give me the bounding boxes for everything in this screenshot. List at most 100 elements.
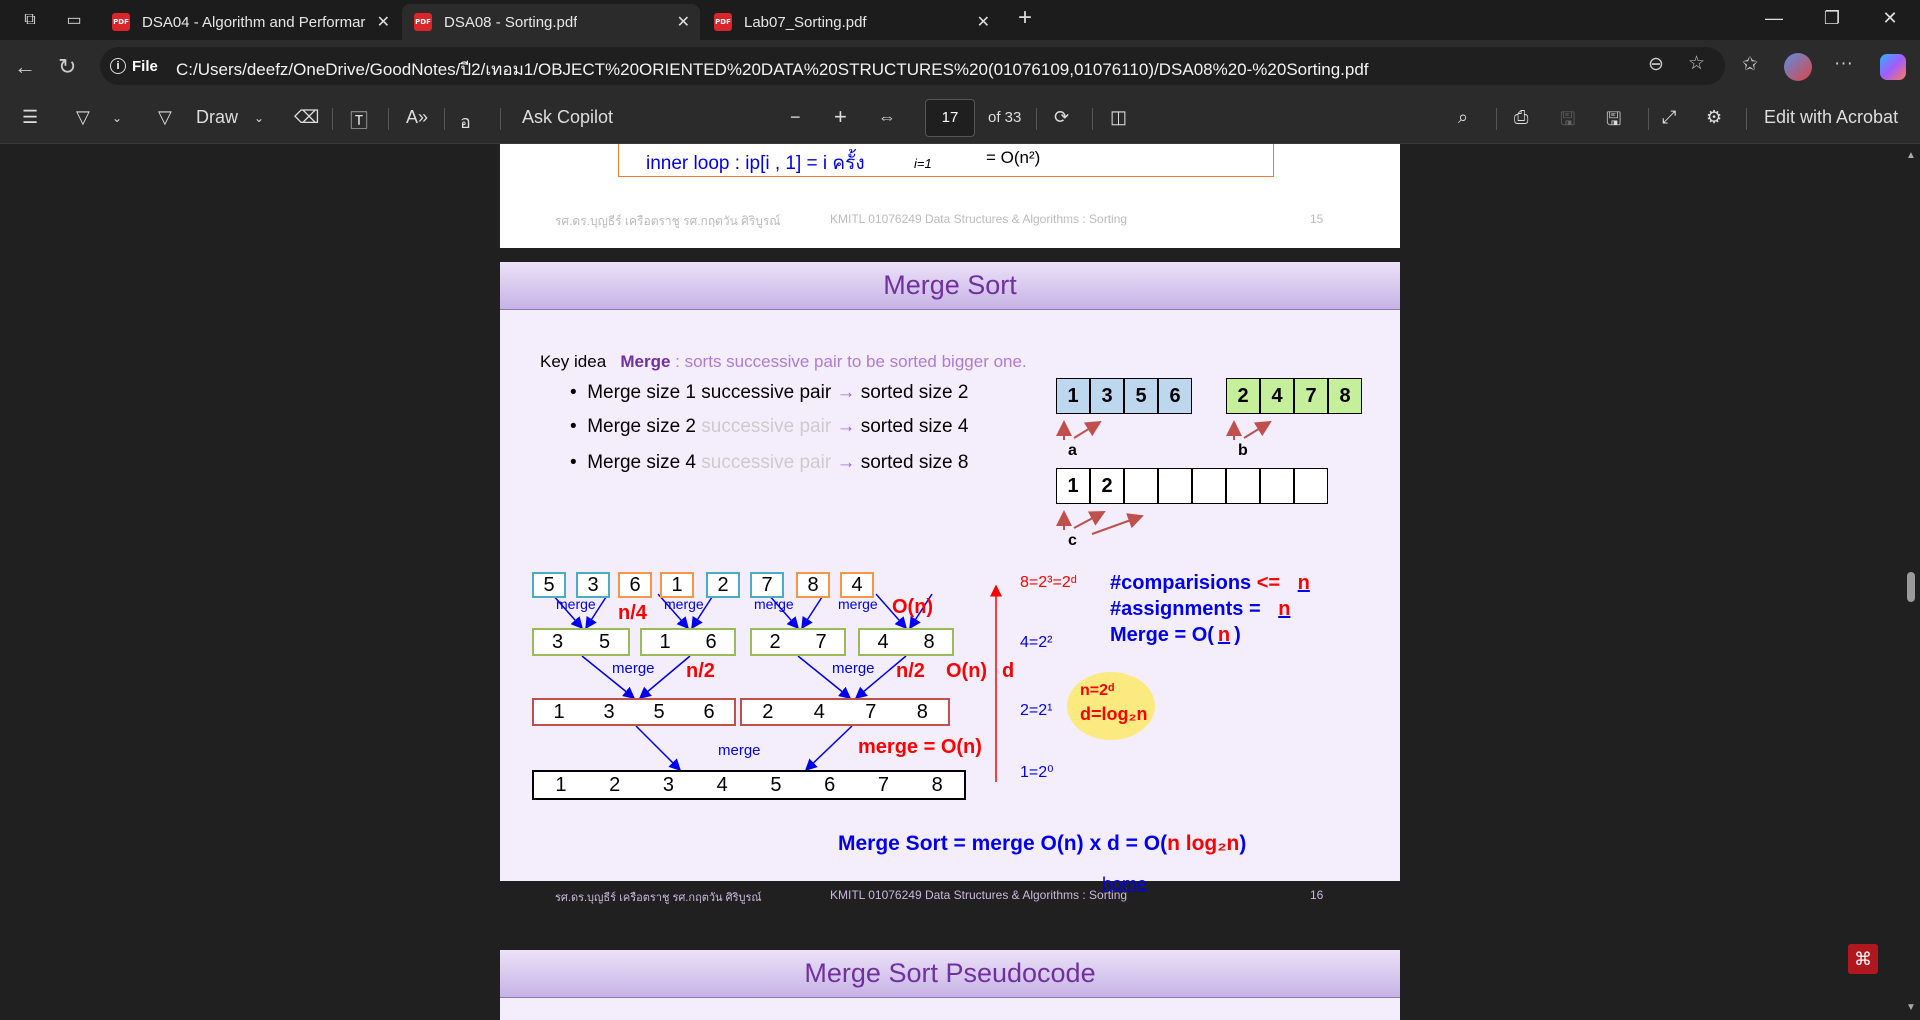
fullscreen-icon[interactable]: ⤢ xyxy=(1662,107,1676,128)
scroll-down-icon[interactable]: ▼ xyxy=(1906,1002,1916,1013)
value-box: 2 xyxy=(706,572,740,598)
merge-label: merge xyxy=(832,660,875,677)
sum-index: i=1 xyxy=(914,156,932,171)
zoom-in-icon[interactable]: + xyxy=(834,104,847,130)
restore-button[interactable]: ❐ xyxy=(1820,8,1844,29)
acrobat-icon[interactable]: ⌘ xyxy=(1848,944,1878,974)
zoom-out-icon[interactable]: − xyxy=(790,107,801,128)
divider xyxy=(1092,108,1093,130)
close-window-button[interactable]: ✕ xyxy=(1878,8,1902,29)
divider xyxy=(388,108,389,130)
rotate-icon[interactable]: ⟳ xyxy=(1054,107,1069,128)
translate-icon[interactable]: อ xyxy=(460,107,471,136)
merge-label: merge xyxy=(556,596,596,612)
close-tab-icon[interactable]: ✕ xyxy=(677,12,690,32)
print-icon[interactable]: ⎙ xyxy=(1514,107,1528,128)
read-aloud-icon[interactable]: A» xyxy=(406,107,428,128)
favorite-star-icon[interactable]: ☆ xyxy=(1688,52,1705,75)
highlight-icon[interactable]: ▽ xyxy=(76,107,90,128)
scroll-thumb[interactable] xyxy=(1907,572,1915,602)
value-box: 1 xyxy=(660,572,694,598)
zoom-icon[interactable]: ⊖ xyxy=(1648,53,1664,76)
tab-actions-icon[interactable]: ▭ xyxy=(64,10,84,30)
comparisons-value: n xyxy=(1297,572,1310,594)
pdf-file-icon: PDF xyxy=(414,13,432,31)
vertical-scrollbar[interactable]: ▲ ▼ xyxy=(1902,144,1920,1020)
save-icon[interactable]: 🖫 xyxy=(1560,107,1575,137)
text-box-icon[interactable]: 🅃 xyxy=(350,107,368,133)
level-size-label: 2=2¹ xyxy=(1020,702,1053,719)
tab-title: Lab07_Sorting.pdf xyxy=(744,13,867,31)
complexity-text: = O(n²) xyxy=(986,148,1041,167)
tab-lab07[interactable]: PDF Lab07_Sorting.pdf ✕ xyxy=(702,4,1000,40)
merged-group: 35 xyxy=(532,628,630,656)
copilot-icon[interactable] xyxy=(1880,54,1906,80)
back-icon[interactable]: ← xyxy=(14,54,36,80)
tab-dsa04[interactable]: PDF DSA04 - Algorithm and Performar ✕ xyxy=(100,4,400,40)
page-view-icon[interactable]: ◫ xyxy=(1110,107,1127,128)
tab-title: DSA04 - Algorithm and Performar xyxy=(142,13,366,31)
merged-group: 48 xyxy=(858,628,954,656)
footer-course: KMITL 01076249 Data Structures & Algorit… xyxy=(830,888,1128,902)
ask-copilot-button[interactable]: Ask Copilot xyxy=(522,107,613,128)
chevron-down-icon[interactable]: ⌄ xyxy=(112,111,122,125)
text: ) xyxy=(1234,624,1241,646)
profile-avatar[interactable] xyxy=(1784,53,1812,81)
search-icon[interactable]: ⌕ xyxy=(1458,107,1468,128)
divider xyxy=(1746,108,1747,130)
address-bar[interactable]: i File C:/Users/deefz/OneDrive/GoodNotes… xyxy=(100,47,1725,85)
summary-line: Merge Sort = merge O(n) x d = O(n log₂n) xyxy=(838,832,1246,856)
text: ) xyxy=(1239,832,1247,855)
site-info-button[interactable]: i File xyxy=(110,54,158,78)
close-tab-icon[interactable]: ✕ xyxy=(377,12,390,32)
footer-page: 15 xyxy=(1310,212,1324,226)
next-slide: Merge Sort Pseudocode xyxy=(500,950,1400,1020)
divider xyxy=(444,108,445,130)
pdf-viewer[interactable]: inner loop : ip[i , 1] = i ครั้ง i=1 = O… xyxy=(0,144,1920,1020)
level-size-label: 8=2³=2ᵈ xyxy=(1020,574,1077,591)
tab-title: DSA08 - Sorting.pdf xyxy=(444,13,578,31)
pdf-toolbar: ☰ ▽ ⌄ ▽ Draw ⌄ ⌫ 🅃 A» อ Ask Copilot − + … xyxy=(0,94,1920,144)
workspaces-icon[interactable]: ⧉ xyxy=(20,10,40,30)
settings-gear-icon[interactable]: ⚙ xyxy=(1706,107,1722,128)
contents-icon[interactable]: ☰ xyxy=(22,107,38,128)
edit-with-acrobat-button[interactable]: Edit with Acrobat xyxy=(1764,107,1898,128)
n-over-2-label: n/2 xyxy=(686,660,715,682)
save-as-icon[interactable]: 🖫 xyxy=(1606,107,1621,137)
merge-label: merge xyxy=(664,596,704,612)
info-icon: i xyxy=(110,58,126,74)
minimize-button[interactable]: — xyxy=(1762,8,1786,29)
comparisons-op: <= xyxy=(1256,572,1281,594)
url-text[interactable]: C:/Users/deefz/OneDrive/GoodNotes/ปี2/เท… xyxy=(176,56,1369,83)
close-tab-icon[interactable]: ✕ xyxy=(977,12,990,32)
page-total: of 33 xyxy=(988,109,1022,126)
merge-label: merge xyxy=(718,742,761,759)
merge-sort-slide: Merge Sort Key idea Merge : sorts succes… xyxy=(500,262,1400,904)
fit-width-icon[interactable]: ⇔ xyxy=(878,107,896,128)
eraser-icon[interactable]: ⌫ xyxy=(294,107,319,128)
footer-course: KMITL 01076249 Data Structures & Algorit… xyxy=(830,212,1128,226)
value-box: 5 xyxy=(532,572,566,598)
merged-group: 2478 xyxy=(740,698,950,726)
draw-icon[interactable]: ▽ xyxy=(158,107,172,128)
new-tab-button[interactable]: + xyxy=(1013,4,1037,32)
divider xyxy=(1036,108,1037,130)
draw-button[interactable]: Draw xyxy=(196,107,238,128)
scroll-up-icon[interactable]: ▲ xyxy=(1906,150,1916,161)
more-menu-icon[interactable]: ··· xyxy=(1834,53,1853,75)
footer-authors: รศ.ดร.บุญธีร์ เครือตราชู รศ.กฤตวัน ศิริบ… xyxy=(555,214,781,228)
page-number-input[interactable]: 17 xyxy=(925,99,975,137)
comparisons-label: #comparisions xyxy=(1110,572,1252,594)
tab-dsa08[interactable]: PDF DSA08 - Sorting.pdf ✕ xyxy=(402,4,700,40)
level-cost-label: O(n) xyxy=(892,596,934,618)
assignments-label: #assignments = xyxy=(1110,598,1261,620)
divider xyxy=(500,108,501,130)
pdf-file-icon: PDF xyxy=(112,13,130,31)
merge-complexity-value: n xyxy=(1217,624,1231,646)
chevron-down-icon[interactable]: ⌄ xyxy=(254,111,264,125)
text: Merge = O( xyxy=(1110,624,1214,646)
slide-title: Merge Sort Pseudocode xyxy=(500,950,1400,998)
merged-group: 1356 xyxy=(532,698,736,726)
refresh-icon[interactable]: ↻ xyxy=(58,54,76,80)
favorites-icon[interactable]: ✩ xyxy=(1742,53,1758,76)
